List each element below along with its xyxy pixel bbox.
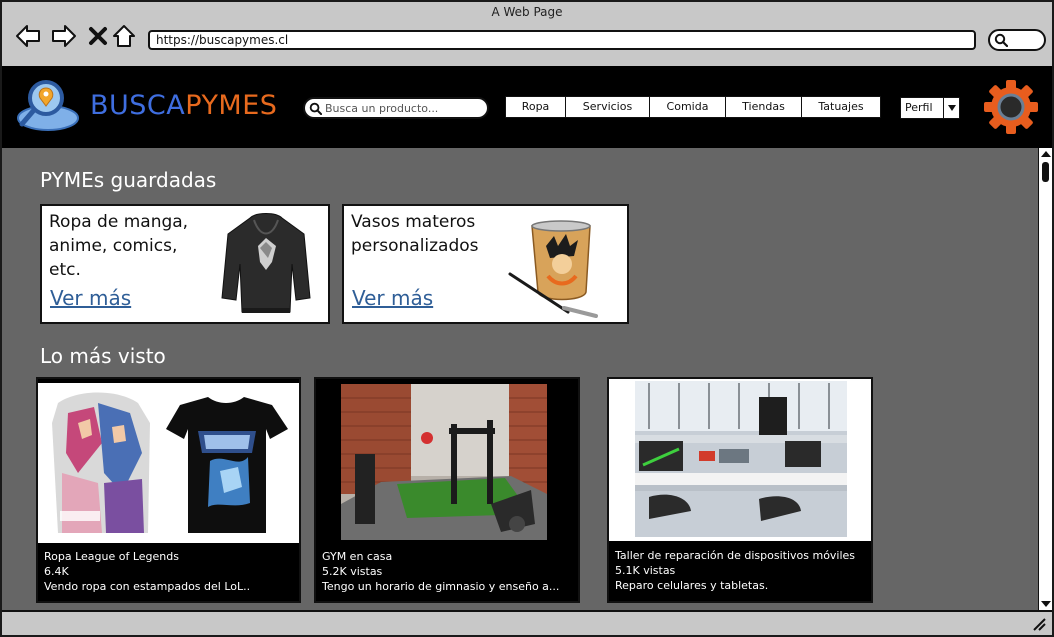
category-ropa[interactable]: Ropa [506,97,566,117]
popular-card-views: 5.2K vistas [322,565,383,578]
popular-card-info: Taller de reparación de dispositivos móv… [615,548,855,593]
bottom-bar [2,610,1052,635]
see-more-link[interactable]: Ver más [352,286,433,310]
popular-card-description: Vendo ropa con estampados del LoL.. [44,580,251,593]
back-arrow-icon[interactable] [14,22,42,50]
category-servicios[interactable]: Servicios [566,97,650,117]
chevron-down-icon[interactable] [943,98,959,118]
saved-card-text: Vasos materos personalizados [351,212,479,256]
logo-map-pin-icon[interactable] [16,74,80,132]
site-search-box[interactable] [303,97,489,119]
popular-card-views: 6.4K [44,565,69,578]
popular-card[interactable]: GYM en casa 5.2K vistas Tengo un horario… [314,377,580,603]
category-nav: Ropa Servicios Comida Tiendas Tatuajes [505,96,881,118]
category-comida[interactable]: Comida [650,97,726,117]
saved-section-title: PYMEs guardadas [40,168,217,192]
popular-card-description: Reparo celulares y tabletas. [615,579,769,592]
saved-card[interactable]: Vasos materos personalizados Ver más [342,204,629,324]
address-bar[interactable]: https://buscapymes.cl [148,30,976,50]
black-hoodie-image [221,213,311,313]
site-search-input[interactable] [325,101,483,116]
popular-card-info: Ropa League of Legends 6.4K Vendo ropa c… [44,549,250,594]
brand-name[interactable]: BUSCAPYMES [90,90,277,121]
forward-arrow-icon[interactable] [50,22,78,50]
category-tiendas[interactable]: Tiendas [726,97,802,117]
popular-section-title: Lo más visto [40,344,166,368]
search-icon [309,102,322,115]
vertical-scrollbar[interactable] [1038,148,1052,610]
popular-card-title: GYM en casa [322,550,393,563]
main-content: PYMEs guardadas Ropa de manga, anime, co… [2,148,1038,610]
brand-name-part2: PYMES [185,90,278,121]
scrollbar-thumb[interactable] [1042,162,1049,182]
home-icon[interactable] [110,22,138,50]
repair-workshop-image [609,379,871,541]
see-more-link[interactable]: Ver más [50,286,131,310]
popular-card-description: Tengo un horario de gimnasio y enseño a.… [322,580,560,593]
saved-card[interactable]: Ropa de manga, anime, comics, etc. Ver m… [40,204,330,324]
site-header: BUSCAPYMES Ropa Servicios Comida Tiendas… [2,66,1052,148]
close-x-icon[interactable] [84,22,112,50]
popular-card-title: Ropa League of Legends [44,550,179,563]
popular-card[interactable]: Ropa League of Legends 6.4K Vendo ropa c… [36,377,301,603]
category-tatuajes[interactable]: Tatuajes [802,97,880,117]
league-shirts-image [38,383,299,543]
popular-card-title: Taller de reparación de dispositivos móv… [615,549,856,562]
gear-icon[interactable] [982,78,1040,136]
profile-label: Perfil [905,101,933,114]
browser-window: A Web Page https://buscapymes.cl BUSCAPY… [0,0,1054,637]
home-gym-image [341,384,547,540]
brand-name-part1: BUSCA [90,90,186,121]
popular-card-info: GYM en casa 5.2K vistas Tengo un horario… [322,549,559,594]
mate-cup-image [508,220,598,318]
search-icon [994,33,1008,47]
browser-search-field[interactable] [988,29,1046,51]
scroll-down-arrow-icon[interactable] [1041,601,1051,607]
scroll-up-arrow-icon[interactable] [1041,151,1051,157]
profile-dropdown[interactable]: Perfil [900,97,960,119]
popular-card-views: 5.1K vistas [615,564,676,577]
resize-grip-icon[interactable] [1032,617,1046,631]
popular-card[interactable]: Taller de reparación de dispositivos móv… [607,377,873,603]
saved-card-text: Ropa de manga, anime, comics, etc. [49,212,189,280]
browser-chrome: A Web Page https://buscapymes.cl [2,2,1052,66]
window-title: A Web Page [491,5,563,19]
